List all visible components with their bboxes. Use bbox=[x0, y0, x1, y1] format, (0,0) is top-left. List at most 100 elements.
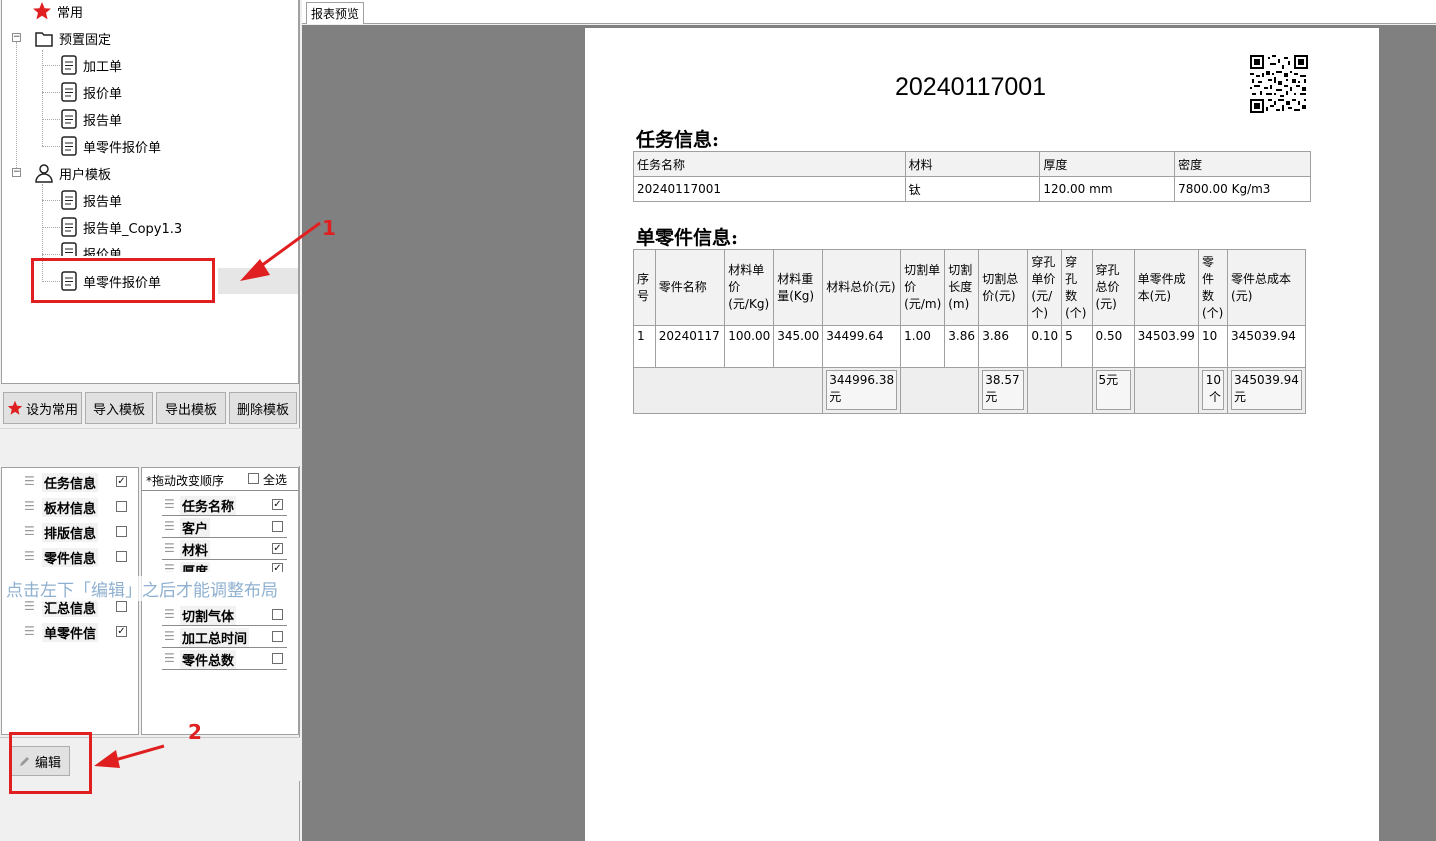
tree-node-label: 报告单_Copy1.3 bbox=[83, 221, 183, 237]
annotation-number-2: 2 bbox=[188, 720, 202, 744]
folder-icon bbox=[35, 32, 53, 47]
field-item-label[interactable]: 材料 bbox=[180, 540, 211, 559]
table-header-cell: 穿孔单价(元/个) bbox=[1027, 249, 1063, 326]
field-checkbox[interactable] bbox=[272, 609, 283, 620]
section-item-label[interactable]: 排版信息 bbox=[42, 523, 99, 542]
table-cell: 20240117 bbox=[654, 325, 726, 368]
field-item-partial[interactable]: ☰ 厚度 ✓ bbox=[162, 562, 292, 572]
drag-handle-icon[interactable]: ☰ bbox=[164, 497, 175, 511]
tree-node-preset[interactable]: 预置固定 bbox=[34, 27, 111, 49]
section-item-label[interactable]: 板材信息 bbox=[42, 498, 99, 517]
drag-handle-icon[interactable]: ☰ bbox=[24, 474, 35, 488]
table-header-cell: 材料重量(Kg) bbox=[773, 249, 824, 326]
tree-node-user-item[interactable]: 报告单_Copy1.3 bbox=[60, 216, 182, 238]
tree-line bbox=[42, 200, 60, 201]
field-checkbox[interactable] bbox=[272, 521, 283, 532]
export-template-button[interactable]: 导出模板 bbox=[156, 392, 226, 424]
arrow-icon bbox=[94, 744, 165, 768]
drag-order-hint: *拖动改变顺序 bbox=[146, 474, 225, 488]
table-cell: 0.10 bbox=[1027, 325, 1063, 368]
table-cell: 120.00 mm bbox=[1039, 176, 1176, 202]
drag-handle-icon[interactable]: ☰ bbox=[24, 624, 35, 638]
field-item-label[interactable]: 加工总时间 bbox=[180, 628, 250, 647]
document-icon bbox=[61, 136, 77, 156]
table-header-cell: 材料总价(元) bbox=[822, 249, 902, 326]
document-icon bbox=[61, 242, 77, 256]
table-cell: 3.86 bbox=[944, 325, 980, 368]
tree-node-user[interactable]: 用户模板 bbox=[34, 162, 111, 184]
tree-node-user-item[interactable]: 报告单 bbox=[60, 189, 122, 211]
section-checkbox[interactable] bbox=[116, 526, 127, 537]
tree-node-label: 报价单 bbox=[83, 248, 123, 256]
section-item-label[interactable]: 零件信息 bbox=[42, 548, 99, 567]
section-checkbox[interactable] bbox=[116, 551, 127, 562]
drag-handle-icon[interactable]: ☰ bbox=[164, 607, 175, 621]
table-cell: 5元 bbox=[1091, 367, 1135, 414]
section-item-label[interactable]: 单零件信 bbox=[42, 623, 99, 642]
field-item-label[interactable]: 零件总数 bbox=[180, 650, 237, 669]
set-common-button[interactable]: 设为常用 bbox=[3, 392, 82, 424]
drag-handle-icon[interactable]: ☰ bbox=[164, 651, 175, 665]
tree-node-preset-item[interactable]: 报价单 bbox=[60, 81, 122, 103]
annotation-box-1 bbox=[31, 258, 215, 303]
drag-handle-icon[interactable]: ☰ bbox=[164, 629, 175, 643]
table-header-cell: 任务名称 bbox=[633, 151, 906, 177]
part-info-table: 序号 零件名称 材料单价(元/Kg) 材料重量(Kg) 材料总价(元) 切割单价… bbox=[632, 249, 1306, 414]
select-all-label[interactable]: 全选 bbox=[263, 471, 287, 488]
tree-node-preset-item[interactable]: 加工单 bbox=[60, 54, 122, 76]
drag-handle-icon[interactable]: ☰ bbox=[24, 524, 35, 538]
delete-template-button[interactable]: 删除模板 bbox=[229, 392, 297, 424]
tab-report-preview[interactable]: 报表预览 bbox=[306, 2, 364, 24]
drag-handle-icon[interactable]: ☰ bbox=[164, 562, 175, 572]
tree-node-label: 单零件报价单 bbox=[83, 140, 162, 156]
field-item-label[interactable]: 任务名称 bbox=[180, 496, 237, 515]
arrow-icon bbox=[240, 221, 321, 281]
document-icon bbox=[61, 190, 77, 210]
section-checkbox[interactable]: ✓ bbox=[116, 476, 127, 487]
summary-cut-total: 38.57元 bbox=[982, 370, 1025, 410]
table-header-cell: 单零件成本(元) bbox=[1133, 249, 1199, 326]
field-item-label[interactable]: 客户 bbox=[180, 518, 211, 537]
tree-node-label: 报告单 bbox=[83, 113, 123, 129]
template-toolbar: 设为常用 导入模板 导出模板 删除模板 bbox=[0, 390, 300, 426]
drag-handle-icon[interactable]: ☰ bbox=[24, 499, 35, 513]
drag-handle-icon[interactable]: ☰ bbox=[24, 599, 35, 613]
section-checkbox[interactable] bbox=[116, 501, 127, 512]
field-checkbox[interactable]: ✓ bbox=[272, 499, 283, 510]
set-common-label: 设为常用 bbox=[25, 402, 78, 418]
table-header-cell: 切割单价(元/m) bbox=[900, 249, 946, 326]
field-item-label[interactable]: 切割气体 bbox=[180, 606, 237, 625]
table-header-cell: 材料单价(元/Kg) bbox=[724, 249, 775, 326]
field-checkbox[interactable]: ✓ bbox=[272, 543, 283, 554]
tree-node-user-item[interactable]: 报价单 bbox=[60, 242, 122, 256]
collapse-toggle[interactable]: − bbox=[12, 33, 21, 42]
field-checkbox[interactable]: ✓ bbox=[272, 563, 283, 572]
import-template-button[interactable]: 导入模板 bbox=[85, 392, 153, 424]
table-header-row: 序号 零件名称 材料单价(元/Kg) 材料重量(Kg) 材料总价(元) 切割单价… bbox=[633, 249, 1306, 326]
drag-handle-icon[interactable]: ☰ bbox=[164, 541, 175, 555]
task-info-heading: 任务信息: bbox=[636, 129, 720, 151]
tree-node-preset-item[interactable]: 报告单 bbox=[60, 108, 122, 130]
section-checkbox[interactable]: ✓ bbox=[116, 626, 127, 637]
tree-line bbox=[16, 42, 17, 174]
tree-node-label: 报价单 bbox=[83, 86, 123, 102]
table-cell: 100.00 bbox=[724, 325, 775, 368]
field-checkbox[interactable] bbox=[272, 653, 283, 664]
drag-handle-icon[interactable]: ☰ bbox=[24, 549, 35, 563]
table-cell: 34499.64 bbox=[822, 325, 902, 368]
field-item-label[interactable]: 厚度 bbox=[180, 562, 211, 572]
table-cell: 5 bbox=[1061, 325, 1093, 368]
drag-handle-icon[interactable]: ☰ bbox=[164, 519, 175, 533]
table-header-cell: 切割总价(元) bbox=[978, 249, 1029, 326]
document-icon bbox=[61, 109, 77, 129]
select-all-checkbox[interactable] bbox=[248, 473, 259, 484]
report-title: 20240117001 bbox=[895, 73, 1047, 101]
table-header-cell: 厚度 bbox=[1039, 151, 1176, 177]
tree-node-preset-item[interactable]: 单零件报价单 bbox=[60, 135, 161, 157]
field-checkbox[interactable] bbox=[272, 631, 283, 642]
section-item-label[interactable]: 任务信息 bbox=[42, 473, 99, 492]
table-cell: 0.50 bbox=[1091, 325, 1135, 368]
section-checkbox[interactable] bbox=[116, 601, 127, 612]
tree-node-common[interactable]: 常用 bbox=[32, 0, 83, 22]
collapse-toggle[interactable]: − bbox=[12, 168, 21, 177]
